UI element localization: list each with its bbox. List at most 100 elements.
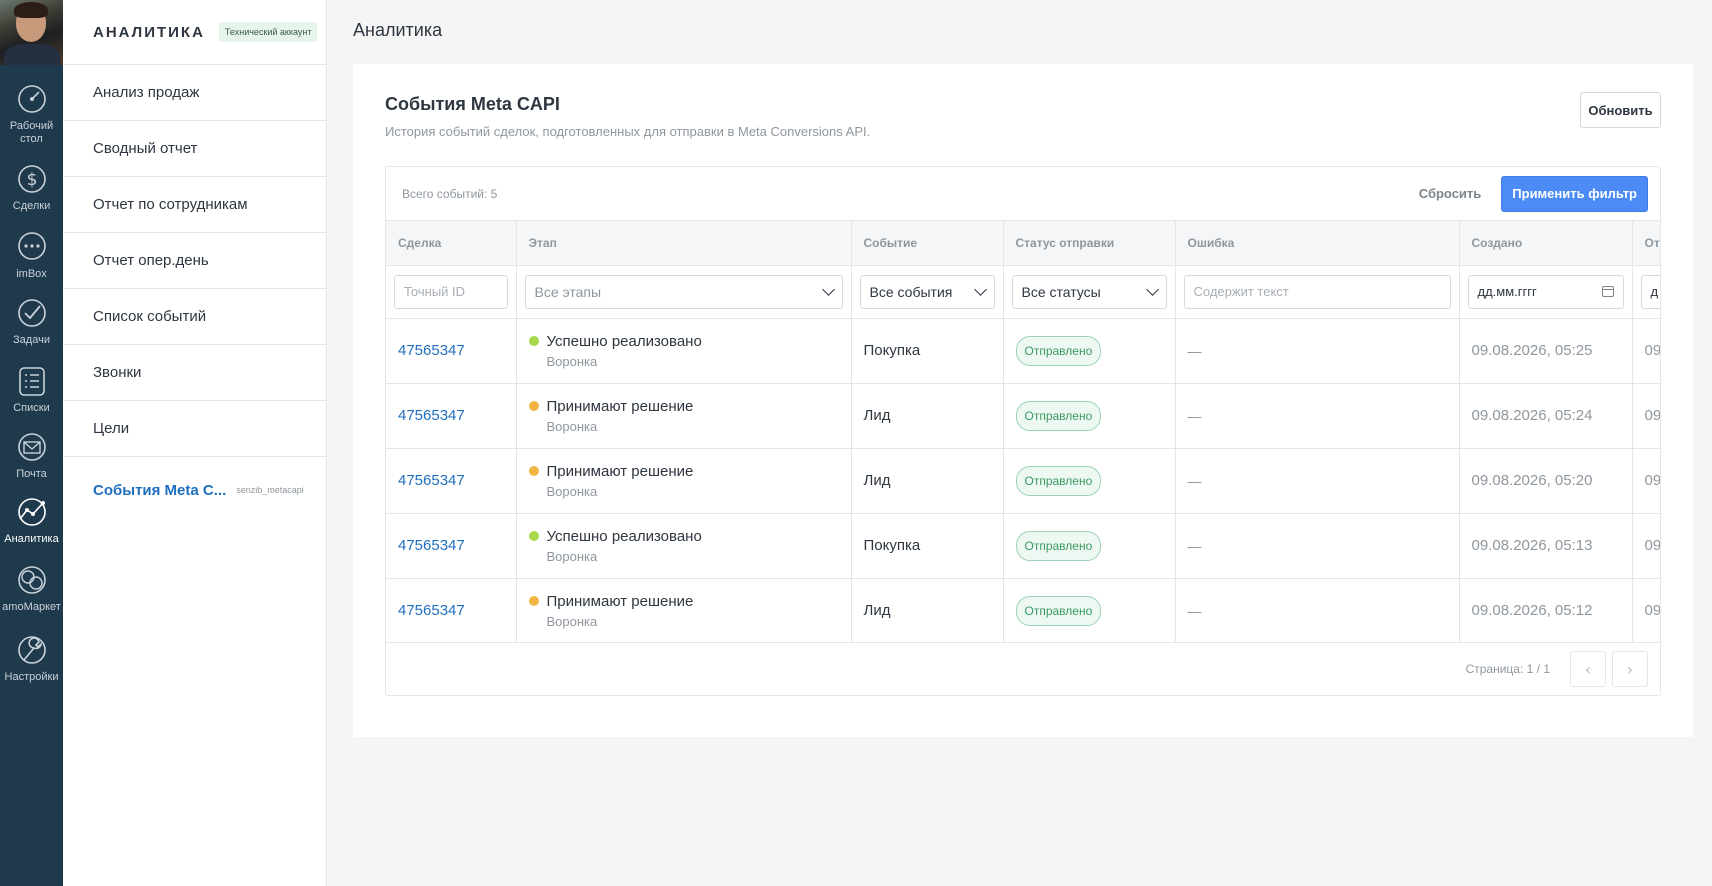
- column-header-sent[interactable]: От: [1632, 221, 1660, 266]
- created-at: 09.08.2026, 05:12: [1471, 602, 1593, 619]
- stage-color-dot: [528, 336, 539, 346]
- filter-cell: дд.мм.гггг: [1459, 265, 1633, 319]
- prev-page-button[interactable]: ‹: [1570, 651, 1606, 687]
- created-date-filter[interactable]: дд.мм.гггг: [1467, 274, 1624, 309]
- sidebar-title: АНАЛИТИКА: [93, 23, 205, 41]
- status-filter-value: Все статусы: [1021, 283, 1101, 300]
- event-name: Покупка: [863, 537, 921, 554]
- deal-link[interactable]: 47565347: [398, 472, 465, 489]
- sidebar-item-employee-report[interactable]: Отчет по сотрудникам: [63, 177, 326, 233]
- stage-name: Принимают решение: [546, 397, 694, 415]
- event-name: Лид: [863, 602, 891, 619]
- table-row: 47565347 Успешно реализовано Воронка Поку…: [386, 318, 1661, 384]
- dollar-icon: $: [17, 165, 46, 193]
- status-badge: Отправлено: [1015, 530, 1102, 561]
- column-header-created[interactable]: Создано: [1459, 221, 1633, 266]
- nav-label: Задачи: [13, 334, 50, 346]
- sidebar-item-sales-analysis[interactable]: Анализ продаж: [63, 65, 326, 121]
- stage-name: Успешно реализовано: [546, 527, 702, 545]
- error-text: —: [1187, 537, 1202, 554]
- sidebar-item-goals[interactable]: Цели: [63, 401, 326, 457]
- nav-imbox[interactable]: imBox: [0, 230, 63, 281]
- sidebar-item-summary-report[interactable]: Сводный отчет: [63, 121, 326, 177]
- status-badge: Отправлено: [1015, 400, 1102, 431]
- sidebar-item-calls[interactable]: Звонки: [63, 345, 326, 401]
- sent-date-placeholder: д: [1650, 284, 1659, 299]
- stage-name: Успешно реализовано: [546, 332, 702, 350]
- refresh-button[interactable]: Обновить: [1580, 92, 1661, 128]
- filter-cell: д: [1632, 265, 1660, 319]
- deal-link[interactable]: 47565347: [398, 602, 465, 619]
- sent-at: 09: [1644, 472, 1661, 489]
- filter-cell: Все статусы: [1003, 265, 1176, 319]
- nav-label: amoМаркет: [2, 601, 61, 613]
- column-header-error[interactable]: Ошибка: [1175, 221, 1460, 266]
- deal-link[interactable]: 47565347: [398, 537, 465, 554]
- nav-mail[interactable]: Почта: [0, 430, 63, 481]
- sent-date-filter[interactable]: д: [1640, 274, 1660, 309]
- column-header-status[interactable]: Статус отправки: [1003, 221, 1176, 266]
- nav-lists[interactable]: Списки: [0, 364, 63, 415]
- deal-link[interactable]: 47565347: [398, 407, 465, 424]
- filter-cell: [1175, 265, 1460, 319]
- panel-toolbar: Всего событий: 5 Сбросить Применить филь…: [386, 167, 1660, 221]
- nav-market[interactable]: amoМаркет: [0, 563, 63, 614]
- avatar[interactable]: [0, 0, 63, 65]
- calendar-icon[interactable]: [1601, 286, 1614, 297]
- deal-id-filter[interactable]: [394, 274, 508, 309]
- filter-row: Все этапы Все события Все статусы: [386, 265, 1660, 319]
- chevron-down-icon: [1145, 283, 1159, 296]
- table-header-row: Сделка Этап Событие Статус отправки Ошиб…: [386, 221, 1660, 266]
- stage-color-dot: [528, 596, 539, 606]
- error-text: —: [1187, 407, 1202, 424]
- column-header-deal[interactable]: Сделка: [386, 221, 517, 266]
- sidebar-item-meta-capi[interactable]: События Meta C... senzib_metacapi: [63, 457, 326, 523]
- pipeline-name: Воронка: [546, 613, 598, 629]
- sidebar-item-events-list[interactable]: Список событий: [63, 289, 326, 345]
- nav-label: Сделки: [12, 200, 51, 212]
- svg-text:$: $: [26, 170, 37, 190]
- column-header-stage[interactable]: Этап: [516, 221, 852, 266]
- error-text: —: [1187, 472, 1202, 489]
- deal-link[interactable]: 47565347: [398, 342, 465, 359]
- account-badge: Технический аккаунт: [218, 22, 318, 42]
- sidebar-header: АНАЛИТИКА Технический аккаунт: [63, 0, 326, 65]
- nav-tasks[interactable]: Задачи: [0, 296, 63, 347]
- card-subtitle: История событий сделок, подготовленных д…: [385, 124, 871, 139]
- column-header-event[interactable]: Событие: [851, 221, 1004, 266]
- apply-filter-button[interactable]: Применить фильтр: [1501, 175, 1648, 212]
- filter-cell: Все события: [851, 265, 1004, 319]
- pipeline-name: Воронка: [546, 548, 598, 564]
- sent-at: 09: [1644, 342, 1661, 359]
- error-text-filter[interactable]: [1183, 274, 1451, 309]
- table-row: 47565347 Принимают решение Воронка Лид От…: [386, 383, 1660, 449]
- meta-capi-card: События Meta CAPI История событий сделок…: [353, 64, 1693, 737]
- filter-cell: Все этапы: [516, 265, 852, 319]
- nav-dashboard[interactable]: Рабочий стол: [0, 82, 63, 146]
- check-icon: [17, 299, 46, 327]
- pagination: Страница: 1 / 1 ‹ ›: [386, 642, 1660, 695]
- event-filter-select[interactable]: Все события: [859, 274, 995, 309]
- events-table: Сделка Этап Событие Статус отправки Ошиб…: [386, 221, 1661, 644]
- nav-settings[interactable]: Настройки: [0, 633, 63, 684]
- list-icon: [18, 367, 45, 396]
- status-filter-select[interactable]: Все статусы: [1011, 274, 1167, 309]
- next-page-button[interactable]: ›: [1612, 651, 1648, 687]
- nav-deals[interactable]: $ Сделки: [0, 162, 63, 213]
- reset-button[interactable]: Сбросить: [1419, 186, 1482, 201]
- event-filter-value: Все события: [869, 283, 953, 300]
- stage-name: Принимают решение: [546, 462, 694, 480]
- pipeline-name: Воронка: [546, 353, 598, 369]
- card-title: События Meta CAPI: [385, 94, 560, 114]
- analytics-sidebar: АНАЛИТИКА Технический аккаунт Анализ про…: [63, 0, 327, 886]
- nav-analytics[interactable]: Аналитика: [0, 495, 63, 546]
- chevron-down-icon: [973, 283, 987, 296]
- stage-filter-select[interactable]: Все этапы: [524, 274, 843, 309]
- nav-label: Аналитика: [4, 533, 59, 545]
- sidebar-item-op-day-report[interactable]: Отчет опер.день: [63, 233, 326, 289]
- created-at: 09.08.2026, 05:25: [1471, 342, 1593, 359]
- table-row: 47565347 Успешно реализовано Воронка Поку…: [386, 513, 1660, 579]
- market-icon: [17, 566, 46, 594]
- stage-color-dot: [528, 466, 539, 476]
- stage-filter-value: Все этапы: [534, 283, 602, 300]
